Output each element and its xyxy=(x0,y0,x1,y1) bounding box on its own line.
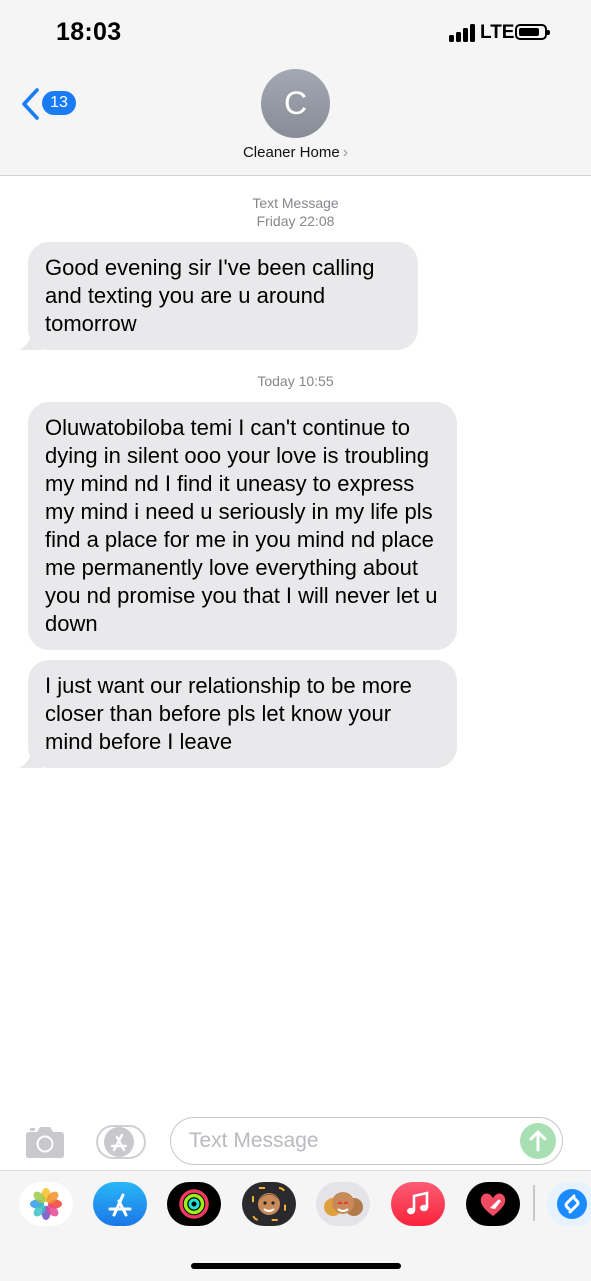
drawer-divider xyxy=(533,1185,535,1221)
received-message-bubble[interactable]: I just want our relationship to be more … xyxy=(19,660,457,768)
shazam-app-icon[interactable] xyxy=(547,1182,591,1226)
app-store-app-icon[interactable] xyxy=(93,1182,147,1226)
status-time: 18:03 xyxy=(56,18,122,46)
bubble-tail xyxy=(19,748,43,768)
cellular-signal-icon xyxy=(449,24,475,42)
conversation-header: 13 C Cleaner Home › xyxy=(0,62,591,176)
camera-icon xyxy=(26,1127,64,1158)
photos-app-icon[interactable] xyxy=(19,1182,73,1226)
activity-rings-icon xyxy=(179,1189,209,1219)
status-bar: 18:03 LTE xyxy=(0,0,591,62)
memoji-stickers-app-icon[interactable] xyxy=(316,1182,370,1226)
heart-hand-icon xyxy=(480,1193,506,1216)
contact-name-button[interactable]: Cleaner Home › xyxy=(0,144,591,162)
arrow-up-icon xyxy=(529,1130,547,1152)
chevron-right-icon: › xyxy=(342,144,349,161)
activity-app-icon[interactable] xyxy=(167,1182,221,1226)
music-note-icon xyxy=(407,1191,429,1215)
unread-count-badge: 13 xyxy=(42,91,76,115)
shazam-icon xyxy=(557,1189,587,1219)
apps-button[interactable] xyxy=(96,1125,148,1159)
battery-icon xyxy=(515,24,550,40)
received-message-bubble[interactable]: Good evening sir I've been calling and t… xyxy=(19,242,418,350)
timestamp-label: Friday 22:08 xyxy=(256,213,335,229)
message-input[interactable]: Text Message xyxy=(170,1117,563,1165)
timestamp-label: Today 10:55 xyxy=(257,373,334,389)
chevron-left-icon xyxy=(22,88,39,120)
memoji-face-icon xyxy=(252,1187,286,1221)
app-store-icon xyxy=(96,1125,146,1159)
message-text: Good evening sir I've been calling and t… xyxy=(45,255,375,336)
contact-name: Cleaner Home xyxy=(242,144,340,161)
photos-icon xyxy=(30,1188,62,1220)
home-indicator xyxy=(191,1263,401,1269)
music-app-icon[interactable] xyxy=(391,1182,445,1226)
network-type-label: LTE xyxy=(480,22,515,43)
app-store-icon xyxy=(108,1193,132,1217)
camera-button[interactable] xyxy=(24,1125,66,1159)
contact-avatar[interactable]: C xyxy=(261,69,330,138)
digital-touch-app-icon[interactable] xyxy=(466,1182,520,1226)
message-type-label: Text Message xyxy=(252,195,339,211)
back-button[interactable]: 13 xyxy=(20,87,84,121)
send-button[interactable] xyxy=(520,1123,556,1159)
message-text: I just want our relationship to be more … xyxy=(45,673,412,754)
bubble-tail xyxy=(19,330,43,350)
message-input-placeholder: Text Message xyxy=(189,1129,319,1152)
received-message-bubble[interactable]: Oluwatobiloba temi I can't continue to d… xyxy=(28,402,457,650)
memoji-app-icon[interactable] xyxy=(242,1182,296,1226)
stickers-icon xyxy=(324,1192,363,1216)
message-text: Oluwatobiloba temi I can't continue to d… xyxy=(45,415,438,636)
imessage-app-drawer xyxy=(0,1170,591,1281)
